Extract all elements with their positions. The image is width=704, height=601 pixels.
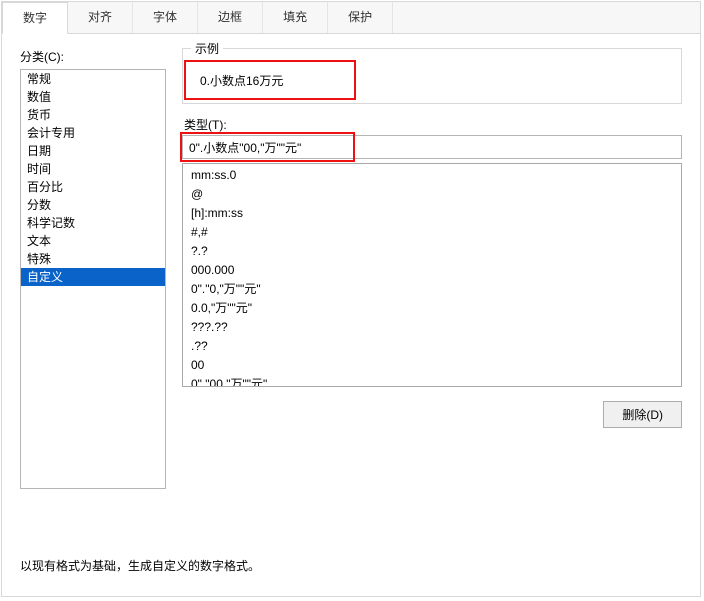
tab-border[interactable]: 边框 bbox=[198, 2, 263, 33]
format-list[interactable]: mm:ss.0 @ [h]:mm:ss #,# ?.? 000.000 0"."… bbox=[182, 163, 682, 387]
cat-scientific[interactable]: 科学记数 bbox=[21, 214, 165, 232]
format-item[interactable]: [h]:mm:ss bbox=[183, 204, 681, 223]
format-item[interactable]: 0"."00,"万""元" bbox=[183, 375, 681, 387]
sample-highlight: 0.小数点16万元 bbox=[184, 60, 356, 100]
format-item[interactable]: 0.0,"万""元" bbox=[183, 299, 681, 318]
type-input[interactable] bbox=[182, 135, 682, 159]
format-item[interactable]: .?? bbox=[183, 337, 681, 356]
tab-font[interactable]: 字体 bbox=[133, 2, 198, 33]
tab-fill[interactable]: 填充 bbox=[263, 2, 328, 33]
cat-text[interactable]: 文本 bbox=[21, 232, 165, 250]
format-item[interactable]: mm:ss.0 bbox=[183, 166, 681, 185]
sample-label: 示例 bbox=[191, 40, 223, 57]
cat-currency[interactable]: 货币 bbox=[21, 106, 165, 124]
sample-value: 0.小数点16万元 bbox=[200, 72, 283, 89]
tab-number[interactable]: 数字 bbox=[2, 2, 68, 34]
cat-fraction[interactable]: 分数 bbox=[21, 196, 165, 214]
tab-align[interactable]: 对齐 bbox=[68, 2, 133, 33]
format-item[interactable]: ?.? bbox=[183, 242, 681, 261]
cat-percent[interactable]: 百分比 bbox=[21, 178, 165, 196]
cat-custom[interactable]: 自定义 bbox=[21, 268, 165, 286]
tab-bar: 数字 对齐 字体 边框 填充 保护 bbox=[2, 2, 700, 34]
category-label: 分类(C): bbox=[20, 48, 166, 65]
cat-general[interactable]: 常规 bbox=[21, 70, 165, 88]
format-item[interactable]: 00 bbox=[183, 356, 681, 375]
footer-note: 以现有格式为基础，生成自定义的数字格式。 bbox=[20, 557, 260, 574]
delete-button[interactable]: 删除(D) bbox=[603, 401, 682, 428]
format-item[interactable]: 0"."0,"万""元" bbox=[183, 280, 681, 299]
cat-time[interactable]: 时间 bbox=[21, 160, 165, 178]
sample-groupbox: 示例 0.小数点16万元 bbox=[182, 48, 682, 104]
format-item[interactable]: ???.?? bbox=[183, 318, 681, 337]
type-label: 类型(T): bbox=[184, 116, 682, 133]
cat-accounting[interactable]: 会计专用 bbox=[21, 124, 165, 142]
format-item[interactable]: 000.000 bbox=[183, 261, 681, 280]
format-item[interactable]: @ bbox=[183, 185, 681, 204]
cat-number[interactable]: 数值 bbox=[21, 88, 165, 106]
format-item[interactable]: #,# bbox=[183, 223, 681, 242]
cat-date[interactable]: 日期 bbox=[21, 142, 165, 160]
cat-special[interactable]: 特殊 bbox=[21, 250, 165, 268]
tab-protect[interactable]: 保护 bbox=[328, 2, 393, 33]
category-list[interactable]: 常规 数值 货币 会计专用 日期 时间 百分比 分数 科学记数 文本 特殊 自定… bbox=[20, 69, 166, 489]
dialog-format-cells: 数字 对齐 字体 边框 填充 保护 分类(C): 常规 数值 货币 会计专用 日… bbox=[1, 1, 701, 597]
